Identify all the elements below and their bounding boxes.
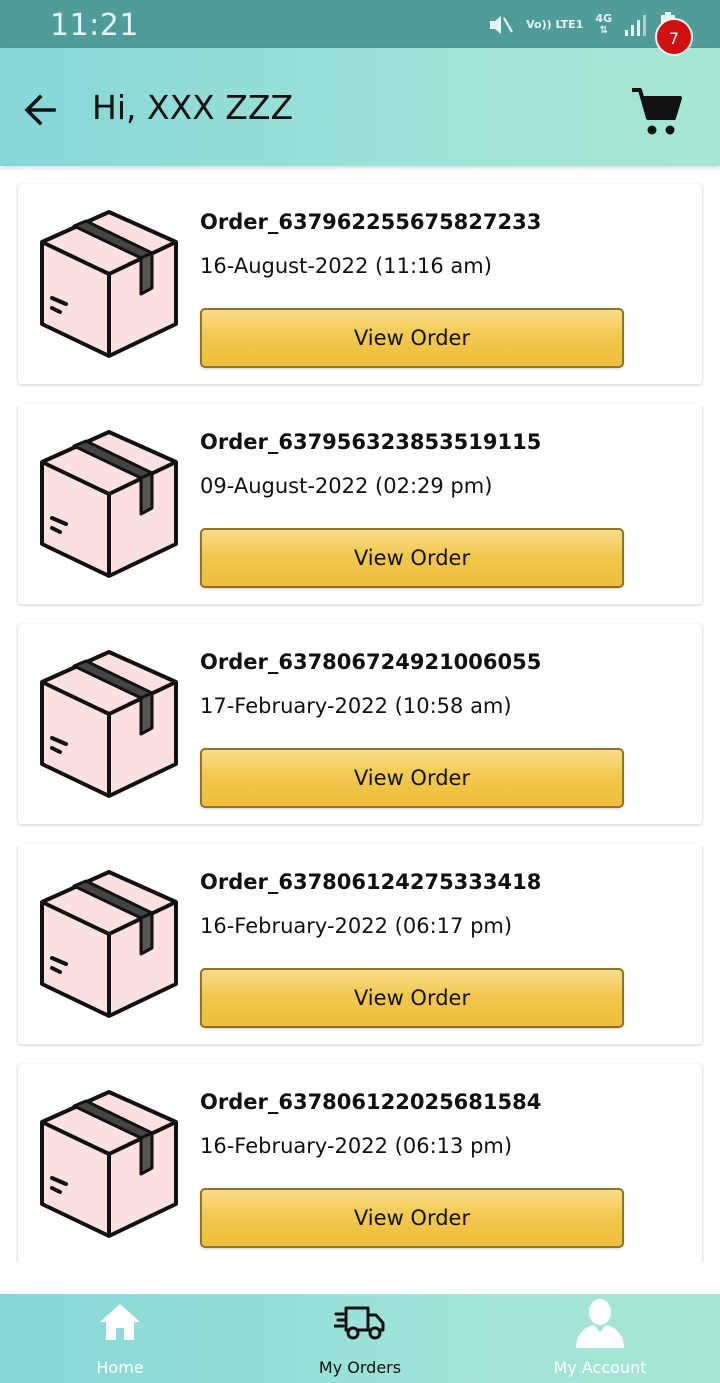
shopping-cart-icon <box>632 88 682 135</box>
order-date: 16-August-2022 (11:16 am) <box>200 254 492 278</box>
status-time: 11:21 <box>50 8 139 43</box>
view-order-button[interactable]: View Order <box>200 968 624 1028</box>
view-order-button[interactable]: View Order <box>200 528 624 588</box>
status-bar: 11:21 Vo)) LTE1 4G ⇅ <box>0 0 720 48</box>
user-icon <box>576 1299 624 1348</box>
bottom-navigation: Home My Orders My Account <box>0 1294 720 1383</box>
order-id: Order_637956323853519115 <box>200 430 542 454</box>
order-date: 16-February-2022 (06:13 pm) <box>200 1134 513 1158</box>
nav-label-my-account: My Account <box>553 1358 647 1377</box>
order-date: 09-August-2022 (02:29 pm) <box>200 474 493 498</box>
package-box-icon <box>40 1090 178 1238</box>
package-box-icon <box>40 430 178 578</box>
nav-label-home: Home <box>96 1358 144 1377</box>
cart-button[interactable] <box>630 86 684 138</box>
view-order-button[interactable]: View Order <box>200 308 624 368</box>
network-label: Vo)) LTE1 <box>526 19 583 31</box>
nav-label-my-orders: My Orders <box>318 1358 402 1377</box>
package-box-icon <box>40 650 178 798</box>
order-id: Order_637806124275333418 <box>200 870 542 894</box>
view-order-button[interactable]: View Order <box>200 1188 624 1248</box>
order-id: Order_637806122025681584 <box>200 1090 542 1114</box>
home-icon <box>100 1304 140 1340</box>
view-order-button[interactable]: View Order <box>200 748 624 808</box>
package-box-icon <box>40 870 178 1018</box>
order-card: Order_637962255675827233 16-August-2022 … <box>18 184 702 384</box>
order-card: Order_637806122025681584 16-February-202… <box>18 1064 702 1262</box>
order-id: Order_637962255675827233 <box>200 210 542 234</box>
cart-count-badge: 7 <box>655 18 693 56</box>
order-card: Order_637806724921006055 17-February-202… <box>18 624 702 824</box>
app-header: Hi, XXX ZZZ <box>0 48 720 166</box>
network-type-label: 4G ⇅ <box>595 12 612 37</box>
order-list: Order_637962255675827233 16-August-2022 … <box>0 166 720 1262</box>
greeting-title: Hi, XXX ZZZ <box>92 88 294 127</box>
order-date: 16-February-2022 (06:17 pm) <box>200 914 513 938</box>
package-box-icon <box>40 210 178 358</box>
order-card: Order_637956323853519115 09-August-2022 … <box>18 404 702 604</box>
back-button[interactable] <box>20 92 60 128</box>
signal-icon <box>624 13 648 37</box>
status-icons: Vo)) LTE1 4G ⇅ <box>488 10 676 40</box>
arrow-left-icon <box>24 94 56 126</box>
order-id: Order_637806724921006055 <box>200 650 542 674</box>
nav-item-home[interactable]: Home <box>0 1294 240 1383</box>
delivery-truck-icon <box>334 1306 385 1340</box>
nav-item-my-orders[interactable]: My Orders <box>240 1294 480 1383</box>
nav-item-my-account[interactable]: My Account <box>480 1294 720 1383</box>
network-volte-label: Vo)) LTE1 <box>526 18 584 31</box>
order-date: 17-February-2022 (10:58 am) <box>200 694 512 718</box>
mute-icon <box>488 13 514 37</box>
order-card: Order_637806124275333418 16-February-202… <box>18 844 702 1044</box>
